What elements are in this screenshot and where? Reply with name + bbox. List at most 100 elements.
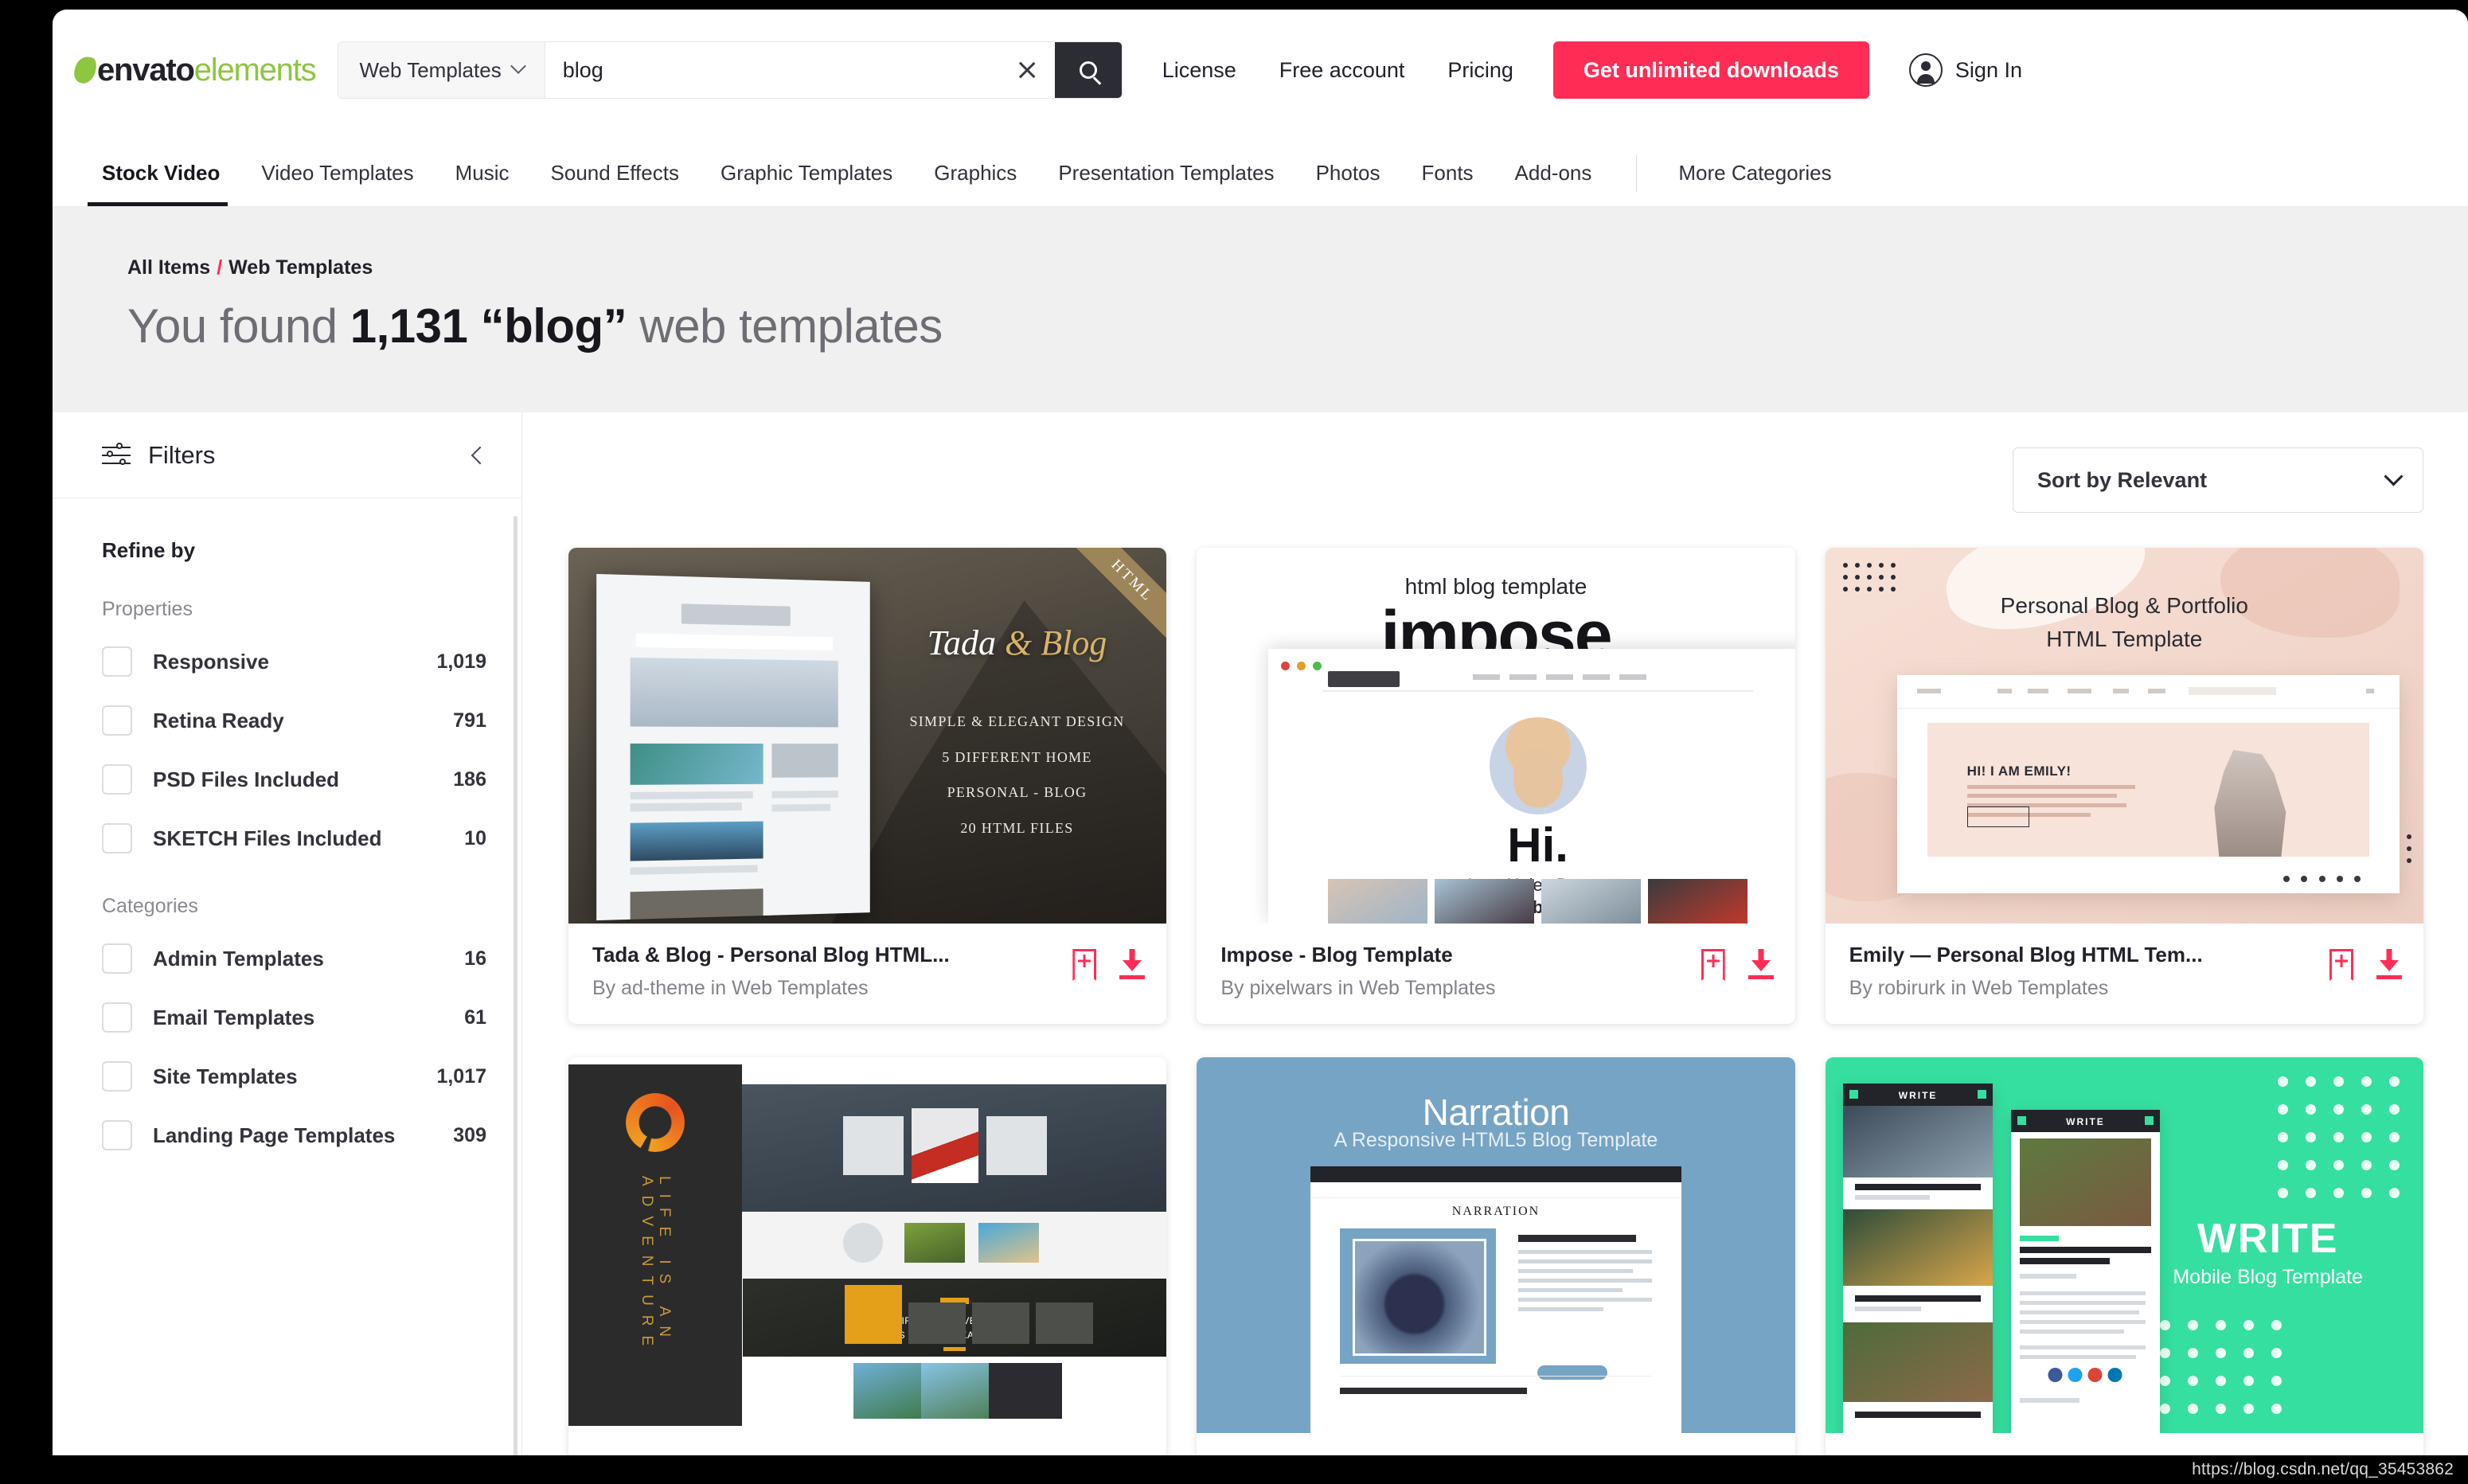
preview-model-photo xyxy=(2214,750,2286,857)
header-link-license[interactable]: License xyxy=(1162,58,1236,83)
card-footer xyxy=(1197,1433,1794,1455)
filter-label-landing-page-templates: Landing Page Templates xyxy=(153,1123,396,1147)
filters-sidebar: Filters Refine by Properties Responsive … xyxy=(53,412,522,1455)
filter-row-site-templates[interactable]: Site Templates 1,017 xyxy=(102,1047,486,1106)
nav-item-sound-effects[interactable]: Sound Effects xyxy=(530,161,700,206)
preview-photo xyxy=(1340,1228,1496,1364)
download-icon[interactable] xyxy=(1748,949,1775,981)
nav-item-photos[interactable]: Photos xyxy=(1295,161,1401,206)
download-icon[interactable] xyxy=(2376,949,2403,981)
card-author[interactable]: By pixelwars in Web Templates xyxy=(1220,977,1701,1000)
sidebar-scrollbar[interactable] xyxy=(514,516,517,1455)
breadcrumb-web-templates[interactable]: Web Templates xyxy=(228,256,373,279)
nav-item-graphic-templates[interactable]: Graphic Templates xyxy=(700,161,913,206)
filter-count-admin-templates: 16 xyxy=(464,947,486,970)
card-author[interactable]: By ad-theme in Web Templates xyxy=(592,977,1072,1000)
sort-row: Sort by Relevant xyxy=(568,447,2423,513)
result-card[interactable]: Tada & Blog SIMPLE & ELEGANT DESIGN 5 DI… xyxy=(568,548,1167,1024)
search-submit-button[interactable] xyxy=(1054,42,1122,98)
filter-row-psd-files-included[interactable]: PSD Files Included 186 xyxy=(102,750,486,809)
page-title: You found 1,131 “blog” web templates xyxy=(127,299,2446,353)
card-title[interactable]: Emily — Personal Blog HTML Tem... xyxy=(1849,943,2329,967)
checkbox-sketch-files-included[interactable] xyxy=(102,823,132,853)
nav-item-more-categories[interactable]: More Categories xyxy=(1658,161,1852,206)
checkbox-responsive[interactable] xyxy=(102,646,132,677)
card-thumbnail: Tada & Blog SIMPLE & ELEGANT DESIGN 5 DI… xyxy=(568,548,1167,924)
chevron-down-icon xyxy=(2384,466,2404,486)
filter-row-retina-ready[interactable]: Retina Ready 791 xyxy=(102,691,486,750)
result-card[interactable]: LIFE IS AN ADVENTURE, IT'S NOT A PACKAGE… xyxy=(568,1057,1167,1455)
nav-item-video-templates[interactable]: Video Templates xyxy=(240,161,434,206)
breadcrumb-all-items[interactable]: All Items xyxy=(127,256,210,279)
thumb-art-narration: Narration A Responsive HTML5 Blog Templa… xyxy=(1197,1057,1795,1433)
card-thumbnail: html blog template impose Hi. I am Haley… xyxy=(1197,548,1795,924)
card-actions xyxy=(1701,943,1775,981)
card-title[interactable]: Impose - Blog Template xyxy=(1220,943,1701,967)
thumb-art-adventure: LIFE IS AN ADVENTURE, IT'S NOT A PACKAGE… xyxy=(568,1057,1167,1433)
thumb-title-group: WRITE Mobile Blog Template xyxy=(2136,1215,2400,1289)
chevron-down-icon xyxy=(510,58,526,74)
preview-heading: HI! I AM EMILY! xyxy=(1966,763,2072,779)
refine-by-label: Refine by xyxy=(102,538,196,562)
nav-item-graphics[interactable]: Graphics xyxy=(913,161,1037,206)
result-card[interactable]: WRITE WRITE WRITE Mobile Blog Template xyxy=(1825,1057,2423,1455)
download-icon[interactable] xyxy=(1119,949,1146,981)
add-to-collection-icon[interactable] xyxy=(2329,949,2353,981)
filter-row-sketch-files-included[interactable]: SKETCH Files Included 10 xyxy=(102,809,486,868)
search-input[interactable] xyxy=(562,57,1015,83)
checkbox-site-templates[interactable] xyxy=(102,1061,132,1092)
preview-browser-window: Hi. I am Haley Duster I am a blogger xyxy=(1268,649,1795,924)
filter-row-admin-templates[interactable]: Admin Templates 16 xyxy=(102,929,486,988)
sign-in-button[interactable]: Sign In xyxy=(1908,53,2022,87)
add-to-collection-icon[interactable] xyxy=(1701,949,1725,981)
search-category-dropdown[interactable]: Web Templates xyxy=(338,42,545,98)
filter-label-retina-ready: Retina Ready xyxy=(153,708,284,732)
nav-item-music[interactable]: Music xyxy=(435,161,530,206)
result-card[interactable]: html blog template impose Hi. I am Haley… xyxy=(1197,548,1795,1024)
filter-label-email-templates: Email Templates xyxy=(153,1005,315,1029)
checkbox-landing-page-templates[interactable] xyxy=(102,1120,132,1150)
header-link-pricing[interactable]: Pricing xyxy=(1447,58,1513,83)
get-unlimited-downloads-button[interactable]: Get unlimited downloads xyxy=(1552,41,1869,99)
card-author[interactable]: By robirurk in Web Templates xyxy=(1849,977,2329,1000)
dot-pattern xyxy=(2277,1076,2400,1198)
preview-post xyxy=(1517,1234,1652,1317)
card-thumbnail: Personal Blog & Portfolio HTML Template xyxy=(1825,548,2423,924)
thumb-headline: Tada & Blog xyxy=(927,623,1107,663)
filter-count-sketch-files-included: 10 xyxy=(464,826,486,849)
sort-dropdown[interactable]: Sort by Relevant xyxy=(2013,447,2423,513)
window-dots xyxy=(1281,662,1322,671)
filter-group-label-categories: Categories xyxy=(102,895,198,917)
filter-row-responsive[interactable]: Responsive 1,019 xyxy=(102,632,486,691)
nav-divider xyxy=(1636,155,1638,192)
result-card[interactable]: Narration A Responsive HTML5 Blog Templa… xyxy=(1197,1057,1795,1455)
checkbox-retina-ready[interactable] xyxy=(102,705,132,736)
checkbox-admin-templates[interactable] xyxy=(102,943,132,974)
nav-item-add-ons[interactable]: Add-ons xyxy=(1494,161,1613,206)
preview-site: LIFE IS AN ADVENTURE, IT'S NOT A PACKAGE… xyxy=(729,1057,1167,1433)
checkbox-email-templates[interactable] xyxy=(102,1002,132,1033)
card-thumbnail: WRITE WRITE WRITE Mobile Blog Template xyxy=(1825,1057,2423,1433)
card-text: Emily — Personal Blog HTML Tem... By rob… xyxy=(1849,943,2329,1000)
filter-row-landing-page-templates[interactable]: Landing Page Templates 309 xyxy=(102,1106,486,1165)
card-title[interactable]: Tada & Blog - Personal Blog HTML... xyxy=(592,943,1072,967)
filter-row-email-templates[interactable]: Email Templates 61 xyxy=(102,988,486,1047)
card-footer: Impose - Blog Template By pixelwars in W… xyxy=(1197,924,1794,1024)
thumb-subtitle: Mobile Blog Template xyxy=(2173,1266,2363,1289)
thumb-feature-2: 5 DIFFERENT HOME xyxy=(942,748,1092,765)
browser-page: envato elements Web Templates License Fr… xyxy=(53,10,2468,1455)
result-card[interactable]: Personal Blog & Portfolio HTML Template xyxy=(1825,548,2423,1024)
chevron-left-icon[interactable] xyxy=(471,446,490,464)
card-text: Tada & Blog - Personal Blog HTML... By a… xyxy=(592,943,1072,1000)
thumb-title: Narration xyxy=(1422,1092,1570,1134)
search-field xyxy=(545,42,1055,98)
envato-elements-logo[interactable]: envato elements xyxy=(72,53,317,88)
header-link-free-account[interactable]: Free account xyxy=(1279,58,1405,83)
nav-item-fonts[interactable]: Fonts xyxy=(1401,161,1494,206)
checkbox-psd-files-included[interactable] xyxy=(102,764,132,795)
close-icon[interactable] xyxy=(1015,58,1039,82)
filter-label-site-templates: Site Templates xyxy=(153,1064,298,1088)
nav-item-presentation-templates[interactable]: Presentation Templates xyxy=(1037,161,1295,206)
add-to-collection-icon[interactable] xyxy=(1072,949,1096,981)
nav-item-stock-video[interactable]: Stock Video xyxy=(75,161,240,206)
